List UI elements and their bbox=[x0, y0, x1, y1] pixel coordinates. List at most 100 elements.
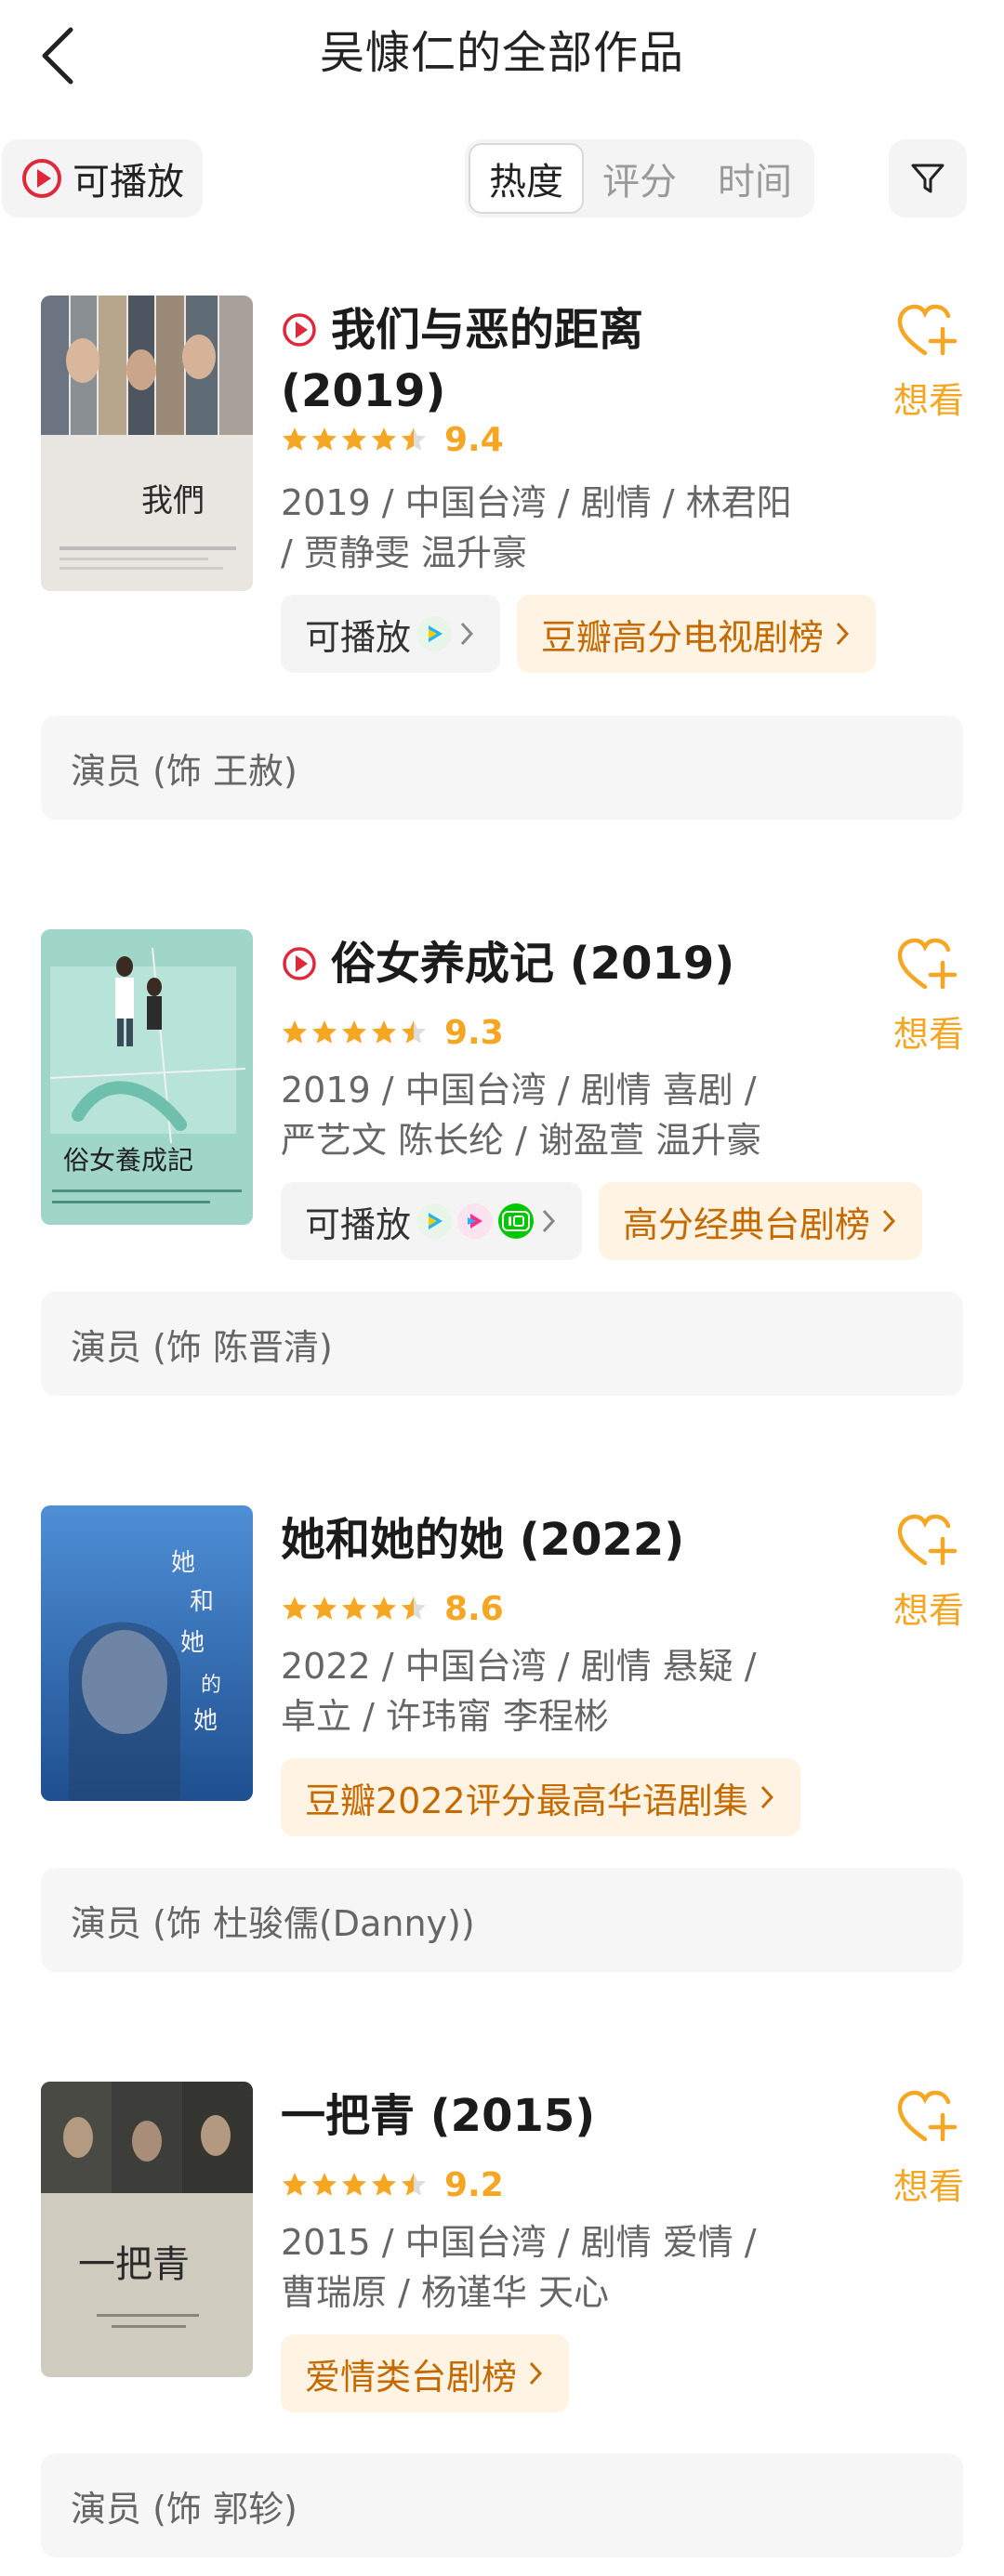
work-title-text: 俗女养成记 bbox=[331, 938, 555, 990]
heart-plus-icon bbox=[897, 2090, 958, 2142]
star-icon bbox=[402, 1020, 426, 1044]
star-icon bbox=[283, 1020, 307, 1044]
work-year: (2022) bbox=[519, 1514, 685, 1566]
star-icon bbox=[372, 427, 396, 451]
play-sources-label: 可播放 bbox=[305, 1203, 412, 1245]
heart-plus-icon bbox=[897, 938, 958, 990]
star-icon bbox=[402, 2173, 426, 2196]
tag-row: 可播放 豆瓣高分电视剧榜 bbox=[281, 595, 877, 673]
work-title-text: 一把青 bbox=[281, 2090, 416, 2142]
role-bar[interactable]: 演员 (饰 杜骏儒(Danny)) bbox=[41, 1868, 963, 1972]
rating-row: 9.2 bbox=[281, 2162, 504, 2208]
work-card: 一把青 一把青 (2015) 9.2 2015 / 中国台湾 / 剧情 爱情 /… bbox=[0, 2082, 1004, 2576]
rating-stars bbox=[281, 1019, 428, 1046]
chevron-right-icon bbox=[836, 622, 850, 646]
play-sources-button[interactable]: 可播放 bbox=[281, 1182, 583, 1260]
star-icon bbox=[402, 1597, 426, 1620]
rating-stars bbox=[281, 426, 428, 453]
want-to-watch-label: 想看 bbox=[892, 1590, 964, 1631]
role-bar[interactable]: 演员 (饰 陈晋清) bbox=[41, 1292, 963, 1396]
svg-text:她: 她 bbox=[193, 1707, 218, 1735]
svg-text:她: 她 bbox=[180, 1629, 205, 1657]
playable-filter-button[interactable]: 可播放 bbox=[2, 139, 203, 217]
page-title: 吴慷仁的全部作品 bbox=[319, 27, 684, 79]
tag-row: 爱情类台剧榜 bbox=[281, 2334, 570, 2412]
chevron-right-icon bbox=[760, 1785, 773, 1809]
filter-button[interactable] bbox=[889, 139, 967, 217]
ranking-tag-button[interactable]: 豆瓣高分电视剧榜 bbox=[517, 595, 877, 673]
star-icon bbox=[372, 1597, 396, 1620]
ranking-tag-button[interactable]: 豆瓣2022评分最高华语剧集 bbox=[281, 1758, 800, 1836]
svg-text:的: 的 bbox=[201, 1674, 221, 1697]
rating-stars bbox=[281, 2171, 428, 2199]
poster-image[interactable]: 她 和 她 的 她 bbox=[41, 1505, 253, 1801]
want-to-watch-button[interactable]: 想看 bbox=[887, 935, 971, 1057]
svg-text:她: 她 bbox=[171, 1549, 195, 1577]
ranking-tag-label: 豆瓣高分电视剧榜 bbox=[541, 616, 825, 658]
rating-row: 9.4 bbox=[281, 416, 504, 463]
rating-stars bbox=[281, 1595, 428, 1623]
work-year: (2019) bbox=[569, 938, 735, 990]
star-icon bbox=[372, 1020, 396, 1044]
star-icon bbox=[402, 427, 426, 451]
want-to-watch-button[interactable]: 想看 bbox=[887, 1511, 971, 1633]
work-meta: 2015 / 中国台湾 / 剧情 爱情 / 曹瑞原 / 杨谨华 天心 bbox=[281, 2222, 757, 2313]
work-title[interactable]: 俗女养成记 (2019) bbox=[281, 935, 876, 996]
work-year: (2019) bbox=[281, 365, 446, 417]
svg-text:我們: 我們 bbox=[141, 482, 205, 519]
star-icon bbox=[312, 2173, 337, 2196]
play-sources-label: 可播放 bbox=[305, 616, 412, 658]
rating-score: 9.2 bbox=[444, 2165, 504, 2204]
star-icon bbox=[342, 1020, 366, 1044]
work-title[interactable]: 我们与恶的距离 (2019) bbox=[281, 301, 876, 420]
tab-sort-rating[interactable]: 评分 bbox=[582, 143, 697, 214]
work-title-text: 她和她的她 bbox=[281, 1514, 505, 1566]
poster-image[interactable]: 一把青 bbox=[41, 2082, 253, 2377]
work-title[interactable]: 一把青 (2015) bbox=[281, 2087, 876, 2145]
want-to-watch-label: 想看 bbox=[892, 2166, 964, 2207]
heart-plus-icon bbox=[897, 304, 958, 356]
filter-bar: 可播放 热度 评分 时间 bbox=[0, 139, 1004, 219]
iqiyi-icon bbox=[498, 1203, 535, 1239]
role-bar[interactable]: 演员 (饰 王赦) bbox=[41, 716, 963, 820]
play-circle-icon bbox=[22, 159, 61, 198]
want-to-watch-label: 想看 bbox=[892, 1014, 964, 1055]
star-icon bbox=[342, 427, 366, 451]
chevron-right-icon bbox=[529, 2361, 543, 2385]
star-icon bbox=[283, 427, 307, 451]
star-icon bbox=[312, 1020, 337, 1044]
star-icon bbox=[312, 1597, 337, 1620]
ranking-tag-button[interactable]: 高分经典台剧榜 bbox=[599, 1182, 923, 1260]
tab-sort-popularity[interactable]: 热度 bbox=[469, 143, 584, 214]
svg-text:一把青: 一把青 bbox=[78, 2243, 190, 2286]
play-circle-icon bbox=[281, 939, 318, 996]
work-title-text: 我们与恶的距离 bbox=[331, 304, 644, 356]
role-bar[interactable]: 演员 (饰 郭轸) bbox=[41, 2453, 963, 2557]
want-to-watch-button[interactable]: 想看 bbox=[887, 2087, 971, 2209]
tag-row: 可播放 高分经典台剧榜 bbox=[281, 1182, 923, 1260]
top-bar: 吴慷仁的全部作品 bbox=[0, 0, 1004, 112]
tag-row: 豆瓣2022评分最高华语剧集 bbox=[281, 1758, 800, 1836]
play-sources-button[interactable]: 可播放 bbox=[281, 595, 501, 673]
work-meta: 2022 / 中国台湾 / 剧情 悬疑 / 卓立 / 许玮甯 李程彬 bbox=[281, 1646, 757, 1737]
play-circle-icon bbox=[281, 305, 318, 362]
ranking-tag-button[interactable]: 爱情类台剧榜 bbox=[281, 2334, 570, 2412]
work-title[interactable]: 她和她的她 (2022) bbox=[281, 1511, 876, 1569]
chevron-right-icon bbox=[542, 1209, 556, 1233]
poster-image[interactable]: 俗女養成記 bbox=[41, 929, 253, 1225]
star-icon bbox=[312, 427, 337, 451]
work-card: 她 和 她 的 她 她和她的她 (2022) 8.6 2022 / 中国台湾 /… bbox=[0, 1505, 1004, 2063]
work-card: 俗女養成記 俗女养成记 (2019) 9.3 2019 / 中国台湾 / 剧情 … bbox=[0, 929, 1004, 1487]
chevron-right-icon bbox=[460, 622, 474, 646]
ranking-tag-label: 高分经典台剧榜 bbox=[623, 1203, 871, 1245]
poster-image[interactable]: 我們 bbox=[41, 296, 253, 591]
rating-row: 8.6 bbox=[281, 1585, 504, 1632]
chevron-right-icon bbox=[882, 1209, 896, 1233]
youku-icon bbox=[457, 1203, 494, 1239]
svg-text:俗女養成記: 俗女養成記 bbox=[63, 1145, 193, 1176]
rating-row: 9.3 bbox=[281, 1009, 504, 1056]
tab-sort-time[interactable]: 时间 bbox=[697, 143, 812, 214]
funnel-icon bbox=[911, 164, 945, 193]
want-to-watch-button[interactable]: 想看 bbox=[887, 301, 971, 423]
playable-filter-label: 可播放 bbox=[73, 161, 184, 204]
